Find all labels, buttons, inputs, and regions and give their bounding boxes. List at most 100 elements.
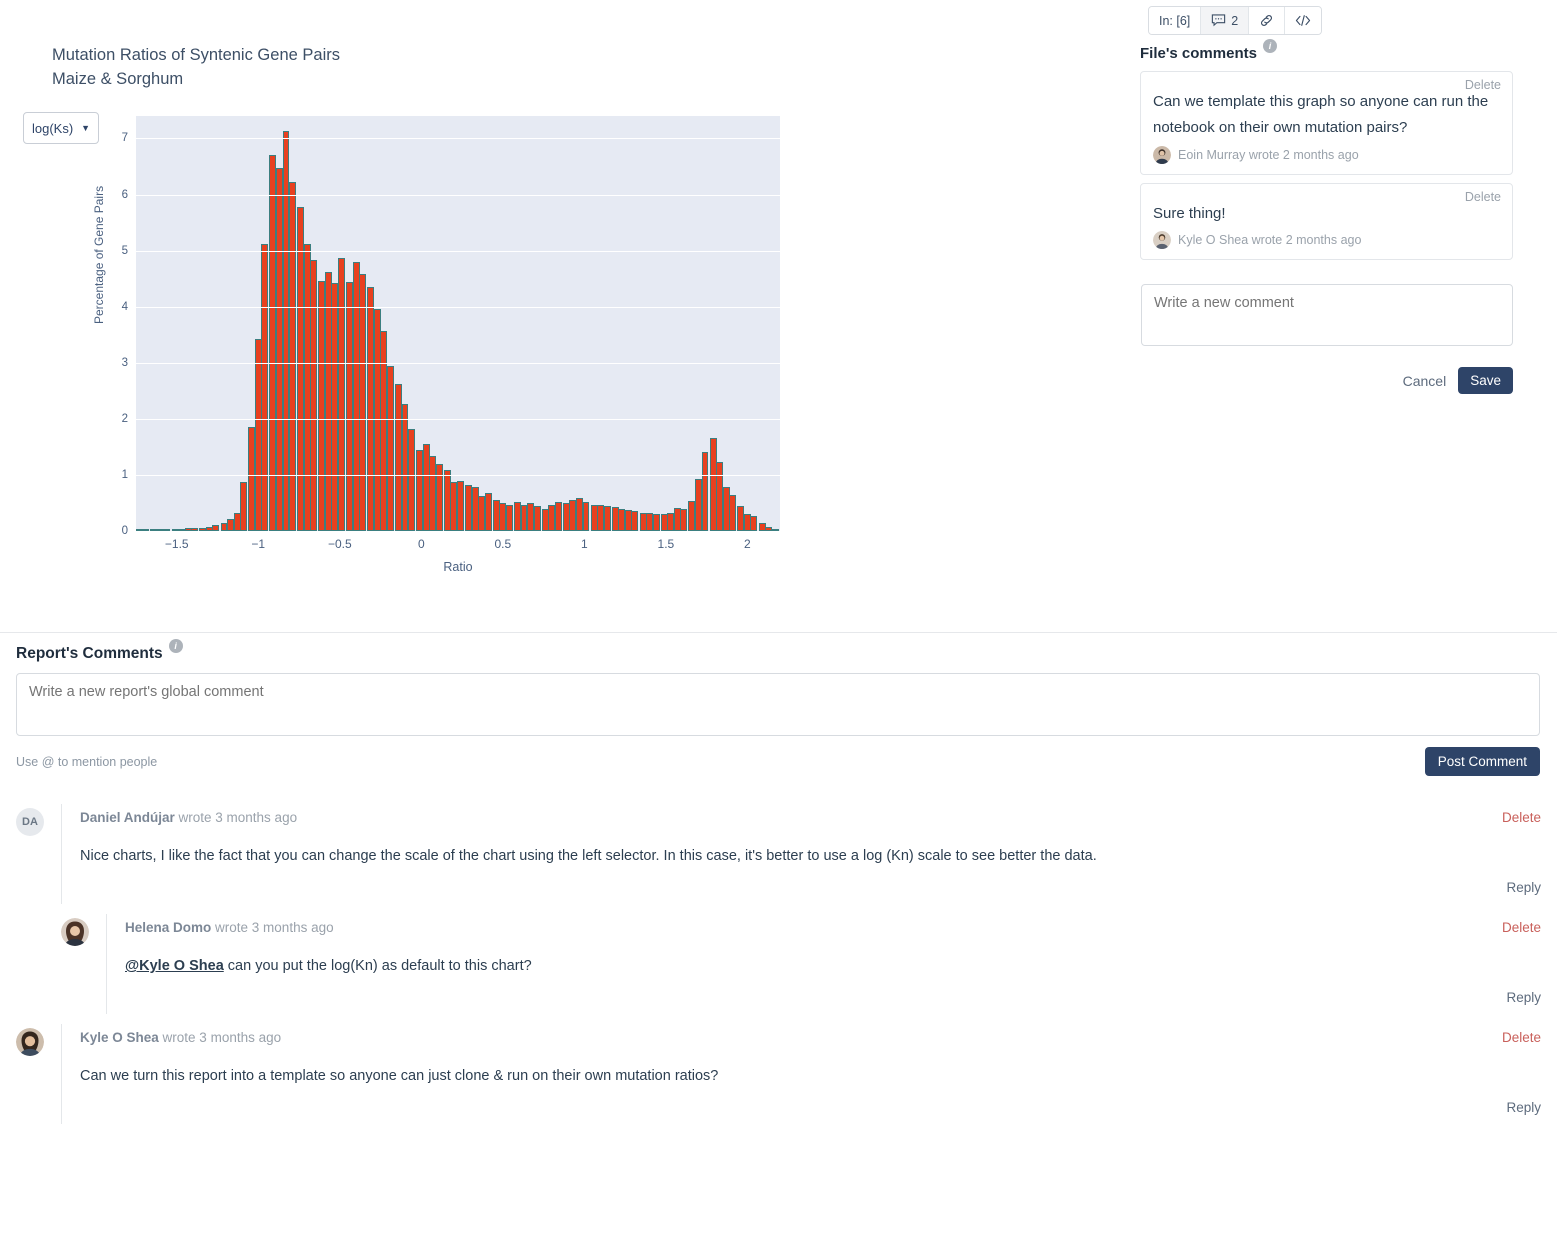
histogram-bar <box>652 514 660 531</box>
cell-toolbar: In: [6] 2 <box>1148 6 1323 35</box>
histogram-bar <box>337 258 345 531</box>
file-comment-card: Delete Can we template this graph so any… <box>1140 71 1513 175</box>
file-comment-card: Delete Sure thing! Kyle O Shea wrote 2 m… <box>1140 182 1513 260</box>
comment-text: @Kyle O Shea can you put the log(Kn) as … <box>125 956 1557 976</box>
user-mention-link[interactable]: @Kyle O Shea <box>125 958 224 974</box>
file-comment-text: Sure thing! <box>1153 204 1226 222</box>
x-axis-tick-label: 0 <box>417 537 425 551</box>
comments-toggle-button[interactable]: 2 <box>1201 7 1250 34</box>
copy-link-button[interactable] <box>1249 7 1286 34</box>
grid-line <box>136 418 780 420</box>
histogram-bar <box>603 506 611 531</box>
comment-body: Kyle O Shea wrote 3 months ago Delete Ca… <box>61 1024 1557 1124</box>
histogram-chart: Mutation Ratios of Syntenic Gene Pairs M… <box>0 0 840 600</box>
y-axis-tick-label: 6 <box>121 188 128 201</box>
histogram-bar <box>554 501 562 531</box>
histogram-bar <box>386 365 394 531</box>
comment-header: Helena Domo wrote 3 months ago Delete <box>125 914 1557 935</box>
histogram-bar <box>631 510 639 531</box>
comment-text-rest: can you put the log(Kn) as default to th… <box>223 958 532 974</box>
save-button[interactable]: Save <box>1458 367 1513 394</box>
avatar-initials: DA <box>22 816 38 828</box>
x-axis-tick-label: −1 <box>251 537 266 551</box>
report-page: In: [6] 2 File's comments i Delete Can w… <box>0 0 1557 1235</box>
link-icon <box>1259 13 1274 28</box>
info-icon[interactable]: i <box>1262 39 1277 53</box>
comment-bubble-icon <box>1211 14 1226 27</box>
input-counter-label: In: [6] <box>1159 13 1191 28</box>
grid-line <box>136 306 780 308</box>
histogram-bar <box>191 528 199 531</box>
y-axis-tick-label: 1 <box>121 468 128 481</box>
histogram-bars <box>135 116 780 531</box>
histogram-bar <box>750 516 758 531</box>
new-report-comment-input[interactable] <box>16 673 1540 736</box>
y-axis-tick-label: 4 <box>121 300 128 313</box>
histogram-bar <box>240 482 248 531</box>
histogram-bar <box>729 494 737 531</box>
x-axis-tick-label: 1.5 <box>657 537 675 551</box>
comment-author: Kyle O Shea wrote 3 months ago <box>80 1030 282 1045</box>
histogram-bar <box>771 529 779 531</box>
chart-title: Mutation Ratios of Syntenic Gene Pairs M… <box>52 46 340 88</box>
comment-body: Daniel Andújar wrote 3 months ago Delete… <box>61 804 1557 904</box>
mention-hint: Use @ to mention people <box>16 754 158 769</box>
delete-comment-link[interactable]: Delete <box>1502 920 1541 935</box>
delete-comment-link[interactable]: Delete <box>1502 810 1541 825</box>
y-axis-tick-label: 2 <box>121 412 128 425</box>
histogram-bar <box>289 181 296 531</box>
delete-comment-link[interactable]: Delete <box>1465 78 1501 92</box>
histogram-bar <box>142 529 150 531</box>
report-comment-threads: DA Daniel Andújar wrote 3 months ago Del… <box>0 804 1557 1124</box>
reply-link[interactable]: Reply <box>1506 880 1541 895</box>
y-axis-tick-label: 5 <box>121 244 128 257</box>
comment-body: Helena Domo wrote 3 months ago Delete @K… <box>106 914 1557 1014</box>
x-axis-tick-label: 0.5 <box>494 537 512 551</box>
section-divider <box>0 632 1557 633</box>
scale-selector-value: log(Ks) <box>32 120 74 136</box>
delete-comment-link[interactable]: Delete <box>1465 190 1501 204</box>
histogram-bar <box>484 492 492 531</box>
grid-line <box>136 194 780 196</box>
x-axis-tick-label: 2 <box>744 537 751 551</box>
post-comment-button[interactable]: Post Comment <box>1424 747 1540 776</box>
y-axis-tick-label: 0 <box>121 525 128 537</box>
comment-header: Daniel Andújar wrote 3 months ago Delete <box>80 804 1557 825</box>
chevron-down-icon: ▼ <box>81 123 90 133</box>
cancel-button[interactable]: Cancel <box>1403 373 1447 389</box>
file-comment-text: Can we template this graph so anyone can… <box>1153 93 1489 137</box>
report-comments-heading: Report's Comments i <box>16 639 1557 663</box>
code-icon <box>1295 14 1311 27</box>
reply-link[interactable]: Reply <box>1506 1100 1541 1115</box>
avatar <box>1153 230 1171 249</box>
y-axis-tick-label: 3 <box>121 356 128 369</box>
histogram-bar <box>408 428 415 531</box>
report-comments-section: Report's Comments i Use @ to mention peo… <box>0 639 1557 1124</box>
y-axis-tick-label: 7 <box>121 132 128 145</box>
histogram-bar <box>163 529 171 531</box>
delete-comment-link[interactable]: Delete <box>1502 1030 1541 1045</box>
file-comment-author: Eoin Murray wrote 2 months ago <box>1178 147 1359 162</box>
file-comments-title: File's comments <box>1140 45 1257 62</box>
input-counter[interactable]: In: [6] <box>1149 7 1202 34</box>
comment-author: Daniel Andújar wrote 3 months ago <box>80 810 298 825</box>
comment-row: Kyle O Shea wrote 3 months ago Delete Ca… <box>16 1024 1557 1124</box>
histogram-bar <box>261 243 269 531</box>
histogram-bar <box>680 508 688 531</box>
scale-selector[interactable]: log(Ks) ▼ <box>23 112 99 144</box>
comment-count-label: 2 <box>1231 13 1239 28</box>
info-icon[interactable]: i <box>168 639 183 653</box>
grid-line <box>136 138 780 140</box>
reply-link[interactable]: Reply <box>1506 990 1541 1005</box>
comment-text: Nice charts, I like the fact that you ca… <box>80 848 1097 864</box>
plot-area: 0 1 2 3 4 5 6 7 <box>122 116 780 537</box>
histogram-bar <box>505 504 513 531</box>
report-comment-actions: Use @ to mention people Post Comment <box>16 747 1540 776</box>
file-comment-meta: Kyle O Shea wrote 2 months ago <box>1153 230 1500 249</box>
grid-line <box>136 250 780 252</box>
show-code-button[interactable] <box>1285 7 1322 34</box>
comment-author: Helena Domo wrote 3 months ago <box>125 920 334 935</box>
avatar <box>1153 145 1171 164</box>
file-comment-meta: Eoin Murray wrote 2 months ago <box>1153 145 1500 164</box>
new-file-comment-input[interactable] <box>1141 284 1513 346</box>
